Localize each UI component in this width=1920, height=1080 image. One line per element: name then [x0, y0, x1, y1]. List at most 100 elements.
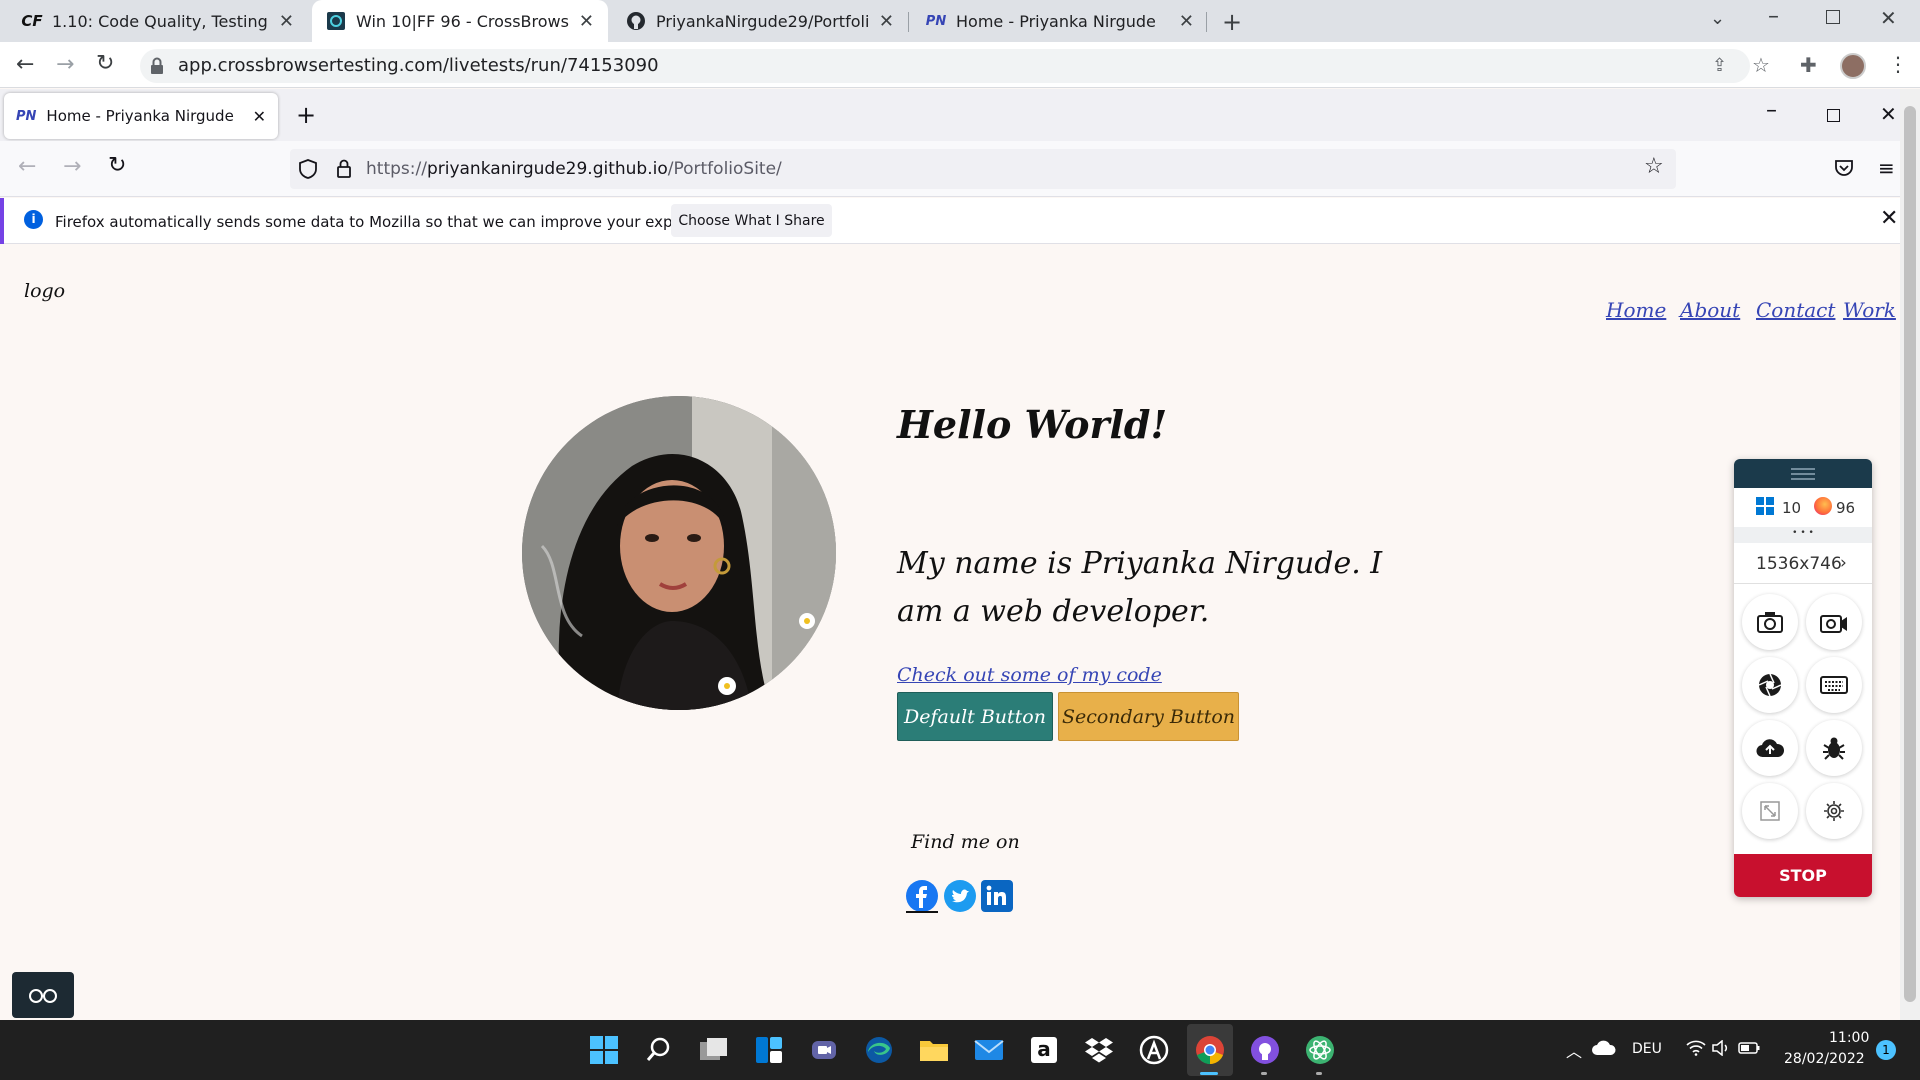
- keyboard-icon[interactable]: [1806, 657, 1862, 713]
- minimize-icon[interactable]: –: [1768, 4, 1779, 29]
- scrollbar-thumb[interactable]: [1904, 106, 1916, 1002]
- close-window-icon[interactable]: ✕: [1880, 6, 1897, 30]
- clock-date[interactable]: 28/02/2022: [1784, 1051, 1865, 1067]
- chrome-url-text: app.crossbrowsertesting.com/livetests/ru…: [178, 55, 659, 76]
- battery-icon[interactable]: [1738, 1042, 1760, 1054]
- clock-time[interactable]: 11:00: [1829, 1030, 1869, 1046]
- screenshot-icon[interactable]: [1742, 594, 1798, 650]
- teams-chat-icon[interactable]: [806, 1032, 842, 1068]
- chrome-menu-icon[interactable]: ⋮: [1888, 52, 1908, 76]
- atom-icon[interactable]: [1302, 1032, 1338, 1068]
- dropbox-icon[interactable]: [1081, 1032, 1117, 1068]
- code-link[interactable]: Check out some of my code: [897, 664, 1162, 686]
- close-icon[interactable]: ✕: [279, 11, 294, 32]
- video-icon[interactable]: [1806, 594, 1862, 650]
- tab-label: Home - Priyanka Nirgude: [46, 107, 234, 125]
- firefox-close-icon[interactable]: ✕: [1880, 102, 1897, 126]
- back-arrow-icon[interactable]: ←: [16, 52, 34, 77]
- nav-work-link[interactable]: Work: [1843, 298, 1896, 322]
- chrome-icon[interactable]: [1192, 1032, 1228, 1068]
- chevron-right-icon[interactable]: ›: [1840, 553, 1847, 573]
- lock-icon[interactable]: [336, 158, 352, 178]
- firefox-url-text: https://priyankanirgude29.github.io/Port…: [366, 159, 782, 179]
- facebook-icon[interactable]: [906, 880, 938, 912]
- github-desktop-icon[interactable]: [1247, 1032, 1283, 1068]
- firefox-restore-icon[interactable]: [1827, 109, 1840, 122]
- firefox-reload-icon[interactable]: ↻: [108, 153, 126, 178]
- forward-arrow-icon[interactable]: →: [56, 52, 74, 77]
- share-icon[interactable]: ⇪: [1712, 55, 1727, 76]
- panel-drag-handle[interactable]: [1734, 459, 1872, 488]
- hero-title: Hello World!: [897, 402, 1168, 447]
- default-button[interactable]: Default Button: [897, 692, 1053, 741]
- amazon-icon[interactable]: a: [1026, 1032, 1062, 1068]
- edge-icon[interactable]: [861, 1032, 897, 1068]
- lock-icon[interactable]: [150, 57, 164, 75]
- close-icon[interactable]: ✕: [579, 11, 594, 32]
- stop-button[interactable]: STOP: [1734, 854, 1872, 897]
- aperture-icon[interactable]: [1742, 657, 1798, 713]
- pn-favicon-icon: PN: [16, 108, 37, 124]
- bookmark-star-icon[interactable]: ☆: [1752, 53, 1770, 77]
- site-logo[interactable]: logo: [24, 280, 65, 302]
- extensions-icon[interactable]: ✚: [1800, 53, 1817, 77]
- chrome-tab-3[interactable]: PriyankaNirgude29/PortfolioSite ✕: [612, 0, 908, 42]
- nav-contact-link[interactable]: Contact: [1756, 298, 1835, 322]
- firefox-back-icon[interactable]: ←: [18, 154, 36, 179]
- find-me-label: Find me on: [911, 831, 1020, 853]
- onedrive-icon[interactable]: [1592, 1040, 1616, 1056]
- more-options[interactable]: • • •: [1734, 527, 1872, 543]
- mail-icon[interactable]: [971, 1032, 1007, 1068]
- resize-icon[interactable]: [1742, 783, 1798, 839]
- avatar[interactable]: [1840, 53, 1866, 79]
- notice-text: Firefox automatically sends some data to…: [55, 213, 734, 231]
- search-icon[interactable]: [641, 1032, 677, 1068]
- firefox-minimize-icon[interactable]: –: [1766, 98, 1777, 123]
- resolution-value[interactable]: 1536x746: [1756, 554, 1842, 574]
- twitter-icon[interactable]: [944, 880, 976, 912]
- bug-icon[interactable]: [1806, 720, 1862, 776]
- nav-about-link[interactable]: About: [1680, 298, 1740, 322]
- chrome-tab-1[interactable]: CF 1.10: Code Quality, Testing, and V ✕: [8, 0, 308, 42]
- app-icon[interactable]: [1136, 1032, 1172, 1068]
- os-version: 10: [1782, 499, 1802, 517]
- chevron-up-icon[interactable]: ︿: [1566, 1038, 1582, 1062]
- firefox-tab-active[interactable]: PN Home - Priyanka Nirgude ✕: [4, 93, 278, 139]
- settings-icon[interactable]: [1806, 783, 1862, 839]
- maximize-icon[interactable]: [1826, 10, 1840, 24]
- start-icon[interactable]: [586, 1032, 622, 1068]
- close-icon[interactable]: ✕: [879, 11, 894, 32]
- task-view-icon[interactable]: [696, 1032, 732, 1068]
- widgets-icon[interactable]: [751, 1032, 787, 1068]
- shield-icon[interactable]: [298, 158, 318, 180]
- pn-favicon-icon: PN: [925, 13, 947, 29]
- volume-icon[interactable]: [1712, 1040, 1732, 1056]
- secondary-button[interactable]: Secondary Button: [1058, 692, 1239, 741]
- chrome-tab-2-active[interactable]: Win 10|FF 96 - CrossBrowserTesti ✕: [312, 0, 608, 42]
- choose-what-i-share-button[interactable]: Choose What I Share: [671, 204, 832, 237]
- close-icon[interactable]: ✕: [1179, 11, 1194, 32]
- keyboard-language[interactable]: DEU: [1632, 1041, 1662, 1057]
- close-icon[interactable]: ✕: [253, 107, 266, 126]
- pocket-icon[interactable]: [1834, 159, 1854, 177]
- linkedin-icon[interactable]: [981, 880, 1013, 912]
- firefox-forward-icon[interactable]: →: [63, 154, 81, 179]
- wifi-icon[interactable]: [1686, 1040, 1706, 1056]
- firefox-menu-icon[interactable]: ≡: [1878, 156, 1895, 180]
- glasses-icon[interactable]: [12, 972, 74, 1018]
- running-indicator: [1261, 1072, 1267, 1075]
- chrome-tab-4[interactable]: PN Home - Priyanka Nirgude ✕: [912, 0, 1208, 42]
- notice-close-icon[interactable]: ✕: [1880, 206, 1898, 231]
- tab-search-icon[interactable]: ⌄: [1710, 8, 1725, 29]
- active-indicator: [1200, 1072, 1218, 1075]
- firefox-new-tab-icon[interactable]: +: [296, 101, 316, 129]
- notification-badge[interactable]: 1: [1876, 1040, 1896, 1060]
- tab-label: Win 10|FF 96 - CrossBrowserTesti: [356, 11, 569, 31]
- nav-home-link[interactable]: Home: [1606, 298, 1666, 322]
- new-tab-icon[interactable]: +: [1222, 8, 1242, 36]
- bookmark-star-icon[interactable]: ☆: [1644, 154, 1664, 179]
- cloud-upload-icon[interactable]: [1742, 720, 1798, 776]
- reload-icon[interactable]: ↻: [96, 51, 114, 76]
- file-explorer-icon[interactable]: [916, 1032, 952, 1068]
- hero-intro: My name is Priyanka Nirgude. I am a web …: [897, 546, 1383, 629]
